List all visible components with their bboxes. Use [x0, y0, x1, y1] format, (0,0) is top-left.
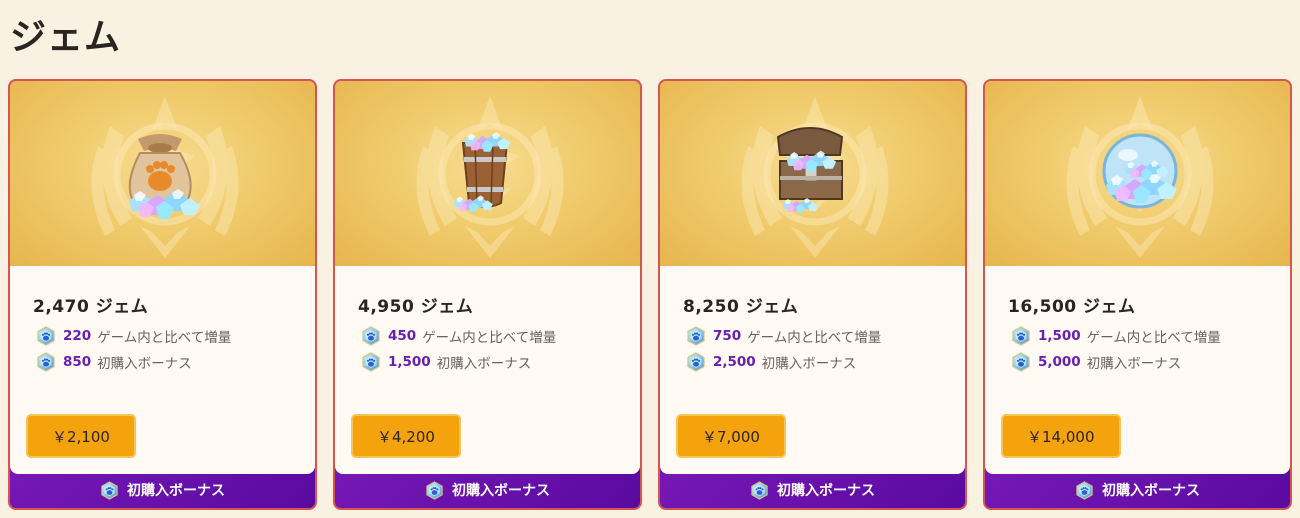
bonus-label: ゲーム内と比べて増量 [422, 330, 557, 346]
bonus-label: ゲーム内と比べて増量 [747, 330, 882, 346]
card-body: 8,250 ジェム 750 ゲーム内と比べて増量 2,500 初購入ボーナス ￥… [660, 81, 965, 474]
bonus-row-first-purchase: 2,500 初購入ボーナス [686, 352, 856, 372]
bonus-row-ingame: 220 ゲーム内と比べて増量 [36, 326, 231, 346]
bonus-label: 初購入ボーナス [436, 356, 532, 372]
paw-gem-icon [686, 352, 706, 372]
gem-amount: 16,500 ジェム [1008, 297, 1136, 317]
bonus-value: 450 [388, 328, 417, 344]
gem-pouch-icon [128, 134, 200, 219]
bonus-row-ingame: 1,500 ゲーム内と比べて増量 [1011, 326, 1221, 346]
paw-gem-icon [36, 352, 56, 372]
paw-gem-icon [1011, 326, 1031, 346]
card-hero [985, 81, 1290, 266]
paw-gem-icon [100, 481, 119, 500]
paw-gem-icon [361, 326, 381, 346]
paw-gem-icon [36, 326, 56, 346]
bonus-row-first-purchase: 850 初購入ボーナス [36, 352, 192, 372]
bonus-value: 2,500 [713, 354, 756, 370]
paw-gem-icon [361, 352, 381, 372]
bonus-label: ゲーム内と比べて増量 [1086, 330, 1221, 346]
card-body: 4,950 ジェム 450 ゲーム内と比べて増量 1,500 初購入ボーナス ￥… [335, 81, 640, 474]
bonus-value: 220 [63, 328, 92, 344]
price-button[interactable]: ￥2,100 [26, 414, 136, 458]
bonus-value: 5,000 [1038, 354, 1081, 370]
bonus-label: 初購入ボーナス [1086, 356, 1182, 372]
card-body: 2,470 ジェム 220 ゲーム内と比べて増量 850 初購入ボーナス ￥2,… [10, 81, 315, 474]
gem-amount: 8,250 ジェム [683, 297, 799, 317]
bonus-value: 850 [63, 354, 92, 370]
gem-amount: 4,950 ジェム [358, 297, 474, 317]
paw-gem-icon [1011, 352, 1031, 372]
bonus-value: 1,500 [1038, 328, 1081, 344]
gem-package-card[interactable]: 2,470 ジェム 220 ゲーム内と比べて増量 850 初購入ボーナス ￥2,… [8, 79, 317, 510]
bonus-row-ingame: 450 ゲーム内と比べて増量 [361, 326, 556, 346]
first-purchase-banner: 初購入ボーナス [335, 472, 640, 508]
paw-gem-icon [686, 326, 706, 346]
gem-package-card[interactable]: 16,500 ジェム 1,500 ゲーム内と比べて増量 5,000 初購入ボーナ… [983, 79, 1292, 510]
banner-label: 初購入ボーナス [777, 483, 875, 499]
page-title: ジェム [10, 17, 122, 58]
card-hero [335, 81, 640, 266]
card-hero [660, 81, 965, 266]
paw-gem-icon [1075, 481, 1094, 500]
gem-package-list: 2,470 ジェム 220 ゲーム内と比べて増量 850 初購入ボーナス ￥2,… [8, 79, 1292, 511]
card-body: 16,500 ジェム 1,500 ゲーム内と比べて増量 5,000 初購入ボーナ… [985, 81, 1290, 474]
bonus-value: 750 [713, 328, 742, 344]
bonus-value: 1,500 [388, 354, 431, 370]
price-button[interactable]: ￥14,000 [1001, 414, 1121, 458]
paw-gem-icon [425, 481, 444, 500]
first-purchase-banner: 初購入ボーナス [660, 472, 965, 508]
bonus-label: 初購入ボーナス [97, 356, 192, 372]
gem-package-card[interactable]: 4,950 ジェム 450 ゲーム内と比べて増量 1,500 初購入ボーナス ￥… [333, 79, 642, 510]
bonus-row-first-purchase: 5,000 初購入ボーナス [1011, 352, 1181, 372]
banner-label: 初購入ボーナス [127, 483, 225, 499]
price-button[interactable]: ￥7,000 [676, 414, 786, 458]
banner-label: 初購入ボーナス [452, 483, 550, 499]
gem-package-card[interactable]: 8,250 ジェム 750 ゲーム内と比べて増量 2,500 初購入ボーナス ￥… [658, 79, 967, 510]
bonus-label: ゲーム内と比べて増量 [97, 330, 232, 346]
gem-globe-icon [1102, 133, 1178, 209]
bonus-row-first-purchase: 1,500 初購入ボーナス [361, 352, 531, 372]
price-button[interactable]: ￥4,200 [351, 414, 461, 458]
banner-label: 初購入ボーナス [1102, 483, 1200, 499]
first-purchase-banner: 初購入ボーナス [10, 472, 315, 508]
gem-amount: 2,470 ジェム [33, 297, 149, 317]
bonus-label: 初購入ボーナス [761, 356, 857, 372]
paw-gem-icon [750, 481, 769, 500]
card-hero [10, 81, 315, 266]
bonus-row-ingame: 750 ゲーム内と比べて増量 [686, 326, 881, 346]
gem-bucket-icon [453, 132, 511, 212]
gem-chest-icon [776, 127, 844, 213]
first-purchase-banner: 初購入ボーナス [985, 472, 1290, 508]
